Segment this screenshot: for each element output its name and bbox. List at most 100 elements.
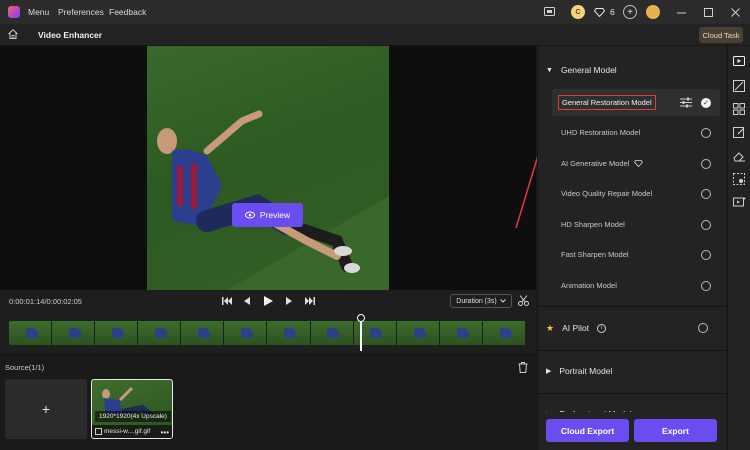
- radio-button[interactable]: [698, 323, 708, 333]
- menu-feedback[interactable]: Feedback: [109, 7, 146, 17]
- model-uhd-restoration[interactable]: UHD Restoration Model: [552, 119, 720, 146]
- timeline-frame: [181, 321, 225, 345]
- page-title: Video Enhancer: [38, 30, 103, 40]
- model-label: Animation Model: [561, 281, 617, 290]
- source-title: Source(1/1): [5, 363, 45, 372]
- group-general-model[interactable]: ▼ General Model: [538, 55, 726, 85]
- source-panel: Source(1/1) + 1920*1920(4x Upscale) mess…: [0, 354, 536, 450]
- add-credits-button[interactable]: +: [623, 5, 637, 19]
- radio-button[interactable]: [701, 189, 711, 199]
- file-icon: [95, 428, 102, 435]
- preview-button[interactable]: Preview: [232, 203, 303, 227]
- filmstrip[interactable]: [9, 321, 526, 345]
- model-label: UHD Restoration Model: [561, 128, 641, 137]
- divider: [538, 306, 726, 307]
- screen-record-icon[interactable]: [542, 5, 556, 19]
- frame-forward-icon[interactable]: [283, 295, 295, 307]
- model-label: Fast Sharpen Model: [561, 250, 629, 259]
- video-frame: [147, 46, 389, 290]
- timeline-frame: [224, 321, 268, 345]
- diamond-icon: [634, 160, 644, 167]
- model-panel: ▼ General Model General Restoration Mode…: [537, 46, 726, 450]
- timeline-frame: [138, 321, 182, 345]
- duration-select-label: Duration (3s): [456, 297, 497, 305]
- model-video-quality-repair[interactable]: Video Quality Repair Model: [552, 180, 720, 207]
- group-portrait-model-label: Portrait Model: [559, 366, 613, 376]
- eye-icon: [244, 211, 255, 219]
- menu-menu[interactable]: Menu: [28, 7, 49, 17]
- timeline-frame: [439, 321, 483, 345]
- minimize-icon[interactable]: [674, 5, 688, 19]
- more-icon[interactable]: •••: [161, 428, 169, 437]
- radio-button[interactable]: [701, 250, 711, 260]
- source-thumbnail[interactable]: 1920*1920(4x Upscale) messi-w....gif.gif…: [91, 379, 173, 439]
- close-icon[interactable]: [728, 5, 742, 19]
- model-general-restoration[interactable]: General Restoration Model ✓: [552, 89, 720, 116]
- timeline-frame: [52, 321, 96, 345]
- scissors-icon[interactable]: [518, 295, 530, 307]
- model-label: AI Generative Model: [561, 159, 630, 168]
- coin-icon[interactable]: C: [571, 5, 585, 19]
- skip-start-icon[interactable]: [221, 295, 233, 307]
- avatar[interactable]: [646, 5, 660, 19]
- play-icon[interactable]: [262, 295, 274, 307]
- check-icon[interactable]: ✓: [701, 98, 711, 108]
- timeline-frame: [95, 321, 139, 345]
- cloud-task-button[interactable]: Cloud Task: [699, 27, 743, 43]
- model-ai-generative[interactable]: AI Generative Model: [552, 150, 720, 177]
- playback-controls: 0:00:01:14/0:00:02:05 Duration (3s): [0, 290, 536, 312]
- add-source-button[interactable]: +: [5, 379, 87, 439]
- timeline-frame: [482, 321, 526, 345]
- menu-preferences[interactable]: Preferences: [58, 7, 104, 17]
- timeline-frame: [396, 321, 440, 345]
- timeline[interactable]: [0, 312, 536, 354]
- timeline-frame: [9, 321, 53, 345]
- maximize-icon[interactable]: [701, 5, 715, 19]
- preview-area: Preview: [0, 46, 536, 290]
- thumbnail-resolution: 1920*1920(4x Upscale): [95, 411, 171, 422]
- title-bar: Menu Preferences Feedback C 6 +: [0, 0, 750, 24]
- star-icon: ★: [546, 322, 555, 333]
- triangle-right-icon: ▶: [546, 368, 552, 375]
- cloud-export-button[interactable]: Cloud Export: [546, 419, 629, 442]
- triangle-down-icon: ▼: [546, 66, 553, 74]
- model-hd-sharpen[interactable]: HD Sharpen Model: [552, 211, 720, 238]
- group-portrait-model[interactable]: ▶ Portrait Model: [538, 356, 726, 386]
- info-icon[interactable]: i: [597, 323, 607, 333]
- credit-count: 6: [610, 7, 615, 17]
- divider: [538, 393, 726, 394]
- radio-button[interactable]: [701, 159, 711, 169]
- video-enhance-icon[interactable]: [733, 55, 746, 68]
- group-general-model-label: General Model: [560, 65, 617, 75]
- group-ai-pilot-label: AI Pilot: [562, 323, 590, 333]
- player-figure-illustration: [157, 110, 389, 290]
- model-animation[interactable]: Animation Model: [552, 272, 720, 299]
- export-button[interactable]: Export: [634, 419, 717, 442]
- sliders-icon[interactable]: [680, 97, 692, 108]
- page-header: Video Enhancer Cloud Task: [0, 24, 750, 46]
- model-label: HD Sharpen Model: [561, 220, 625, 229]
- playhead-handle[interactable]: [356, 314, 365, 322]
- eraser-icon[interactable]: [733, 150, 746, 163]
- preview-button-label: Preview: [259, 210, 291, 220]
- model-fast-sharpen[interactable]: Fast Sharpen Model: [552, 241, 720, 268]
- trash-icon[interactable]: [518, 362, 529, 373]
- edit-icon[interactable]: [733, 126, 746, 139]
- curve-icon[interactable]: [733, 80, 746, 93]
- radio-button[interactable]: [701, 220, 711, 230]
- radio-button[interactable]: [701, 128, 711, 138]
- diamond-icon: [592, 5, 606, 19]
- skip-end-icon[interactable]: [304, 295, 316, 307]
- timecode: 0:00:01:14/0:00:02:05: [9, 297, 82, 306]
- select-area-icon[interactable]: [733, 173, 746, 186]
- model-label: Video Quality Repair Model: [561, 189, 653, 198]
- grid-icon[interactable]: [733, 103, 746, 116]
- duration-select[interactable]: Duration (3s): [450, 294, 512, 308]
- radio-button[interactable]: [701, 281, 711, 291]
- home-icon[interactable]: [7, 28, 21, 42]
- timeline-frame: [310, 321, 354, 345]
- video-sparkle-icon[interactable]: [733, 196, 746, 209]
- app-logo-icon: [8, 6, 20, 18]
- frame-back-icon[interactable]: [241, 295, 253, 307]
- model-label: General Restoration Model: [558, 95, 656, 110]
